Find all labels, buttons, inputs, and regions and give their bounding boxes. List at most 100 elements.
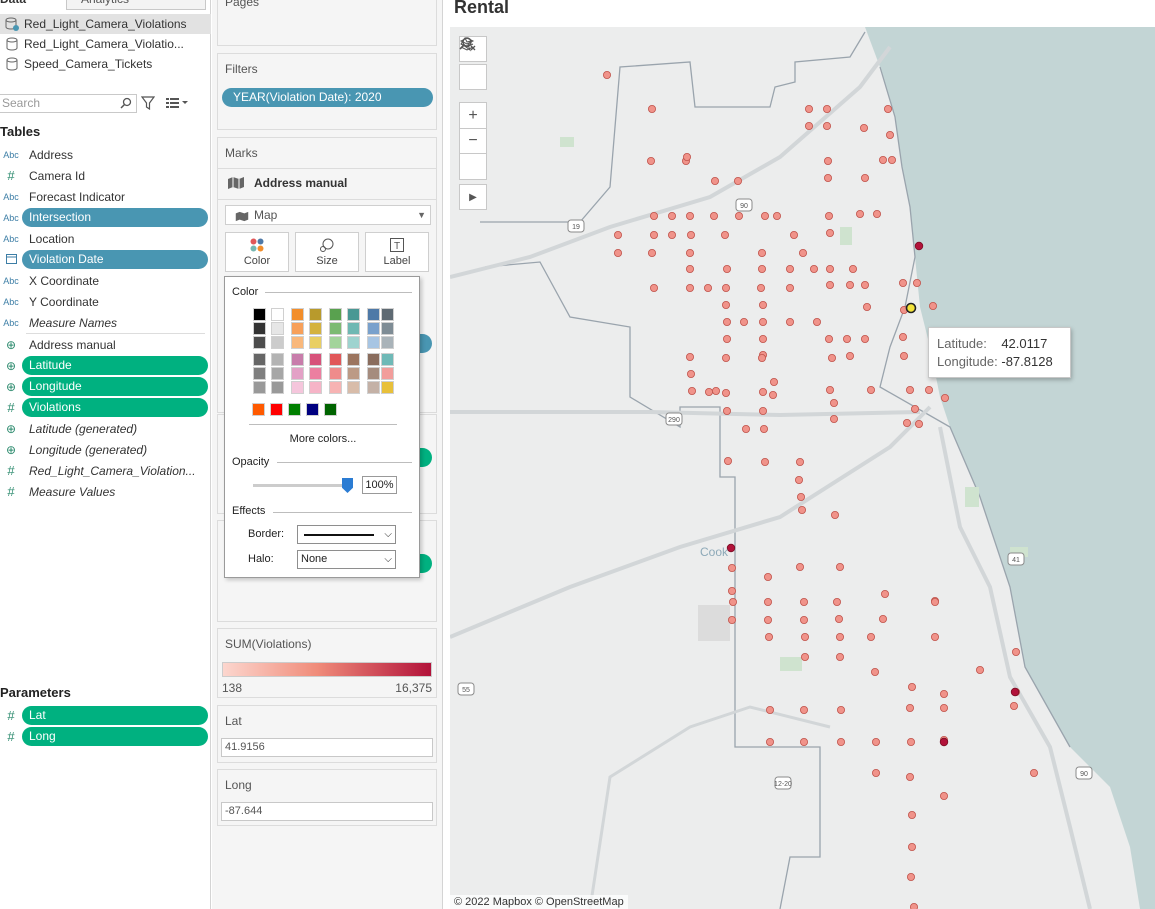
map-view[interactable]: 19 90 290 55 41 90 12-20 + − ▶ Cook Latitude: … [450, 27, 1155, 909]
field-item[interactable]: Abc Location [0, 228, 211, 249]
camera-mark[interactable] [769, 377, 778, 386]
color-swatch[interactable] [253, 381, 266, 394]
map-layers-button[interactable] [459, 37, 487, 90]
color-swatch[interactable] [271, 381, 284, 394]
camera-mark[interactable] [763, 573, 772, 582]
camera-mark[interactable] [728, 598, 737, 607]
camera-mark[interactable] [939, 792, 948, 801]
recent-color-swatch[interactable] [288, 403, 301, 416]
camera-mark[interactable] [758, 334, 767, 343]
camera-mark[interactable] [733, 176, 742, 185]
field-item[interactable]: ⊕ Longitude (generated) [0, 439, 211, 460]
camera-mark[interactable] [796, 492, 805, 501]
camera-mark[interactable] [686, 230, 695, 239]
camera-mark[interactable] [827, 353, 836, 362]
camera-mark[interactable] [722, 317, 731, 326]
color-swatch[interactable] [367, 322, 380, 335]
camera-mark[interactable] [902, 418, 911, 427]
color-swatch[interactable] [271, 336, 284, 349]
color-swatch[interactable] [329, 353, 342, 366]
color-swatch[interactable] [347, 336, 360, 349]
field-item[interactable]: # Violations [0, 397, 211, 418]
camera-mark[interactable] [834, 615, 843, 624]
color-swatch[interactable] [329, 381, 342, 394]
camera-mark[interactable] [613, 230, 622, 239]
datasource-item[interactable]: Speed_Camera_Tickets [0, 54, 211, 74]
camera-mark[interactable] [928, 301, 937, 310]
camera-mark[interactable] [860, 173, 869, 182]
camera-mark[interactable] [906, 873, 915, 882]
tab-analytics[interactable]: Analytics [66, 0, 206, 10]
color-swatch[interactable] [367, 381, 380, 394]
field-item[interactable]: # Measure Values [0, 481, 211, 502]
field-item[interactable]: ⊕ Latitude (generated) [0, 418, 211, 439]
color-swatch[interactable] [367, 308, 380, 321]
expand-toolbar-button[interactable]: ▶ [459, 184, 487, 210]
camera-mark[interactable] [649, 283, 658, 292]
camera-mark[interactable] [822, 122, 831, 131]
color-swatch[interactable] [381, 381, 394, 394]
camera-mark[interactable] [649, 230, 658, 239]
camera-mark[interactable] [667, 230, 676, 239]
camera-mark[interactable] [907, 811, 916, 820]
camera-mark[interactable] [720, 230, 729, 239]
long-input[interactable]: -87.644 [221, 802, 433, 821]
color-swatch[interactable] [367, 353, 380, 366]
camera-mark[interactable] [855, 209, 864, 218]
camera-mark-high[interactable] [914, 241, 924, 251]
camera-mark[interactable] [768, 390, 777, 399]
color-swatch[interactable] [253, 353, 266, 366]
color-swatch[interactable] [271, 367, 284, 380]
color-swatch[interactable] [291, 353, 304, 366]
camera-mark[interactable] [845, 280, 854, 289]
camera-mark[interactable] [823, 173, 832, 182]
color-swatch[interactable] [309, 367, 322, 380]
parameter-item[interactable]: # Long [0, 726, 211, 747]
color-swatch[interactable] [381, 308, 394, 321]
camera-mark[interactable] [785, 317, 794, 326]
camera-mark[interactable] [907, 683, 916, 692]
camera-mark[interactable] [722, 334, 731, 343]
camera-mark[interactable] [795, 457, 804, 466]
camera-mark[interactable] [757, 248, 766, 257]
camera-mark[interactable] [721, 388, 730, 397]
more-colors-link[interactable]: More colors... [225, 433, 421, 445]
camera-mark[interactable] [722, 406, 731, 415]
camera-mark[interactable] [721, 283, 730, 292]
color-swatch[interactable] [381, 336, 394, 349]
camera-mark[interactable] [939, 690, 948, 699]
camera-mark[interactable] [798, 248, 807, 257]
camera-mark-high[interactable] [1010, 687, 1020, 697]
camera-mark[interactable] [647, 105, 656, 114]
camera-mark[interactable] [757, 264, 766, 273]
camera-mark[interactable] [772, 211, 781, 220]
camera-mark[interactable] [763, 616, 772, 625]
camera-mark[interactable] [602, 71, 611, 80]
camera-mark[interactable] [835, 563, 844, 572]
camera-mark[interactable] [799, 598, 808, 607]
search-input[interactable]: Search [0, 94, 137, 113]
color-swatch[interactable] [291, 308, 304, 321]
camera-mark[interactable] [727, 564, 736, 573]
camera-mark[interactable] [825, 280, 834, 289]
camera-mark[interactable] [866, 385, 875, 394]
pages-card[interactable]: Pages [217, 0, 437, 46]
camera-mark[interactable] [710, 176, 719, 185]
color-swatch[interactable] [329, 308, 342, 321]
recent-color-swatch[interactable] [270, 403, 283, 416]
camera-mark[interactable] [862, 302, 871, 311]
marks-pill-edge[interactable] [420, 554, 432, 573]
map-attribution[interactable]: © 2022 Mapbox © OpenStreetMap [450, 895, 628, 909]
camera-mark[interactable] [613, 248, 622, 257]
camera-mark[interactable] [910, 404, 919, 413]
camera-mark[interactable] [667, 211, 676, 220]
camera-mark[interactable] [764, 633, 773, 642]
camera-mark-high[interactable] [726, 543, 736, 553]
marks-pill-edge[interactable] [420, 334, 432, 353]
camera-mark[interactable] [832, 598, 841, 607]
camera-mark[interactable] [795, 563, 804, 572]
camera-mark[interactable] [914, 419, 923, 428]
camera-mark[interactable] [825, 385, 834, 394]
camera-mark[interactable] [734, 211, 743, 220]
camera-mark[interactable] [1010, 702, 1019, 711]
